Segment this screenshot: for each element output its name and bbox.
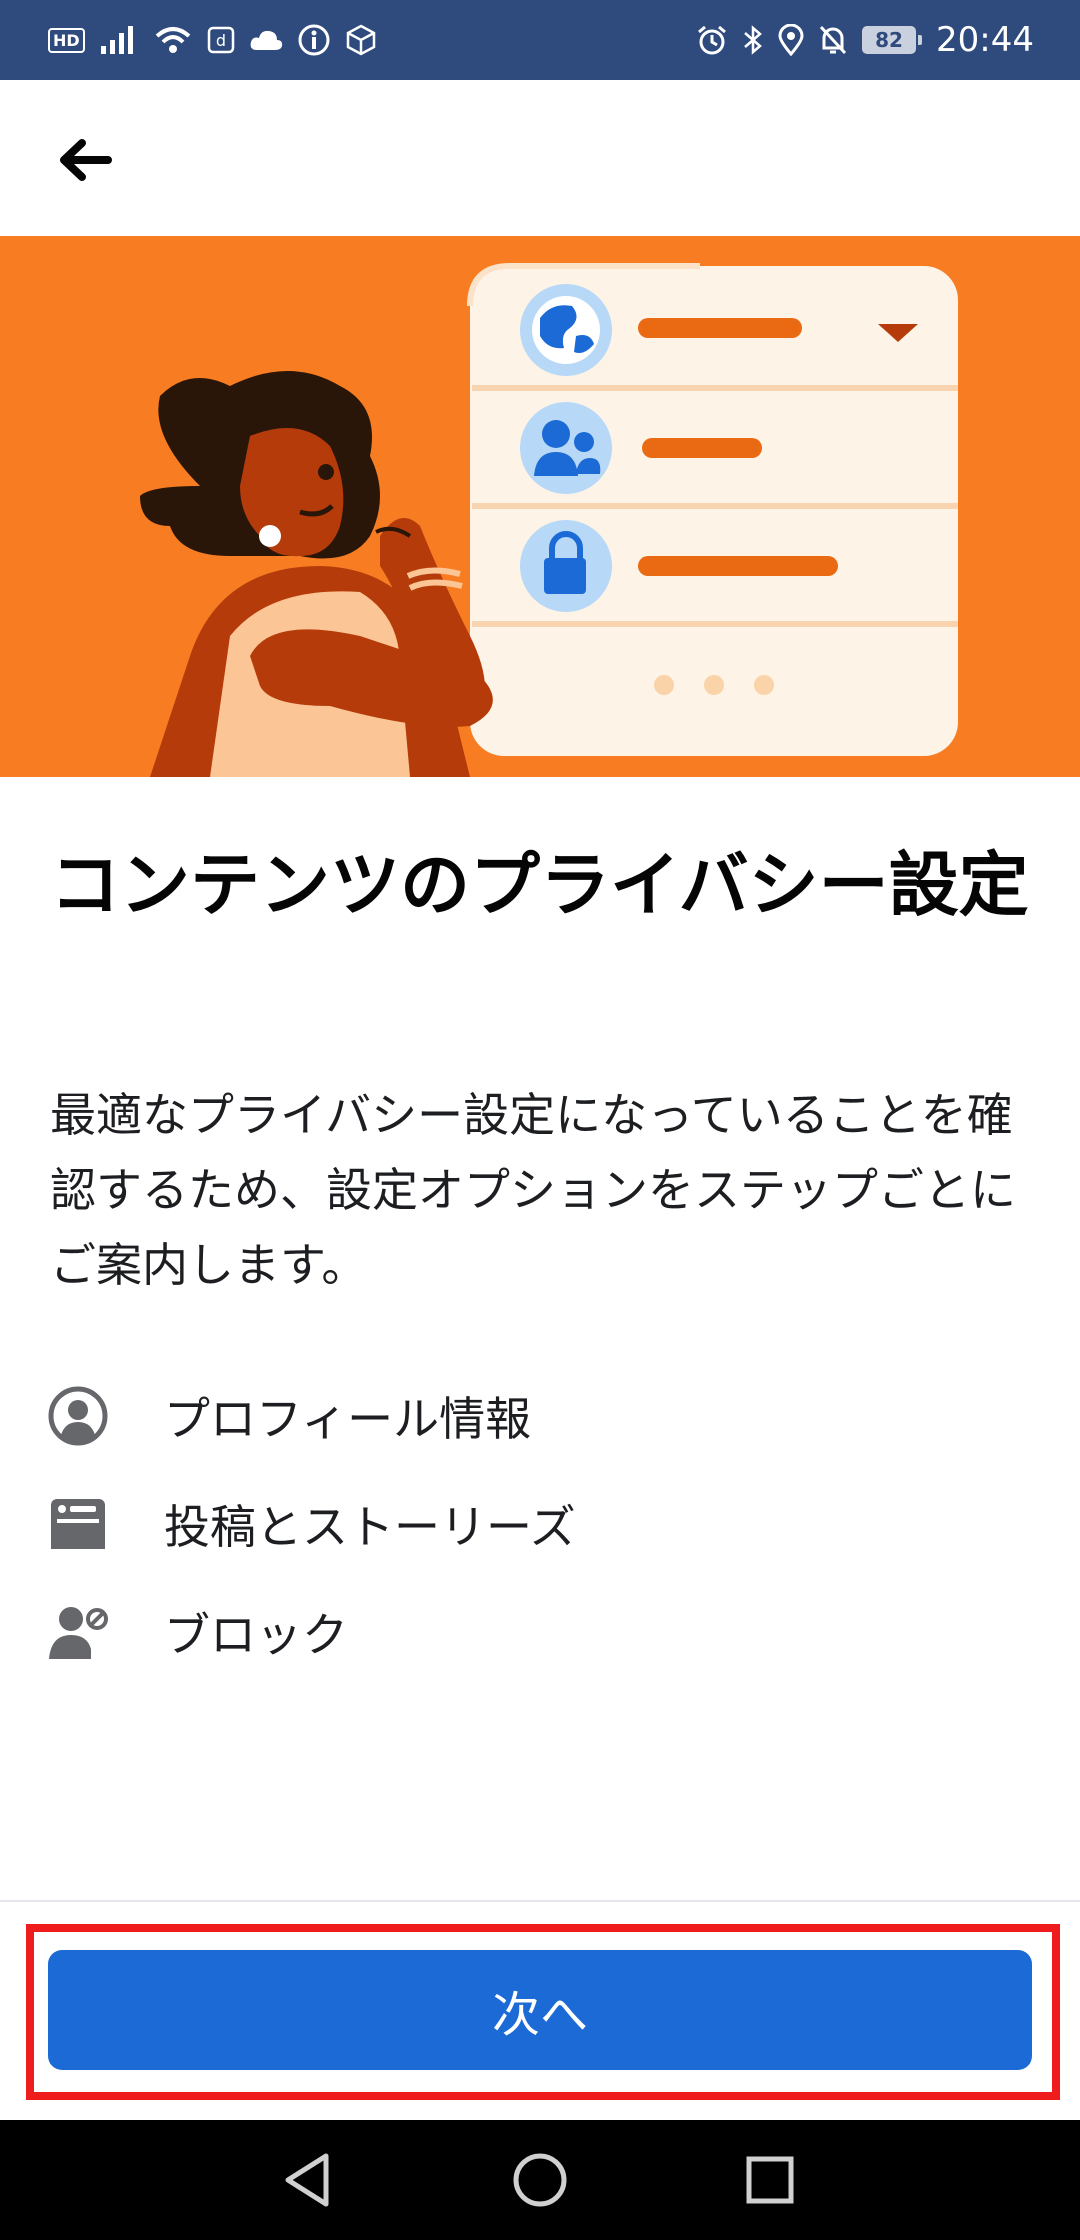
mute-bell-icon [818,24,848,56]
location-icon [778,24,804,56]
feature-list: プロフィール情報 投稿とストーリーズ ブロック [46,1362,1036,1686]
box-icon [345,23,377,57]
feature-label-posts: 投稿とストーリーズ [164,1500,576,1554]
page-description: 最適なプライバシー設定になっていることを確認するため、設定オプションをステップご… [50,1088,1016,1292]
back-button[interactable] [48,130,120,190]
status-right-icons: 82 20:44 [696,20,1034,60]
status-bar: HD d 82 20:44 [0,0,1080,80]
wifi-icon [153,24,193,56]
recents-square-icon [746,2156,794,2204]
back-triangle-icon [285,2153,329,2207]
privacy-card [467,263,958,756]
nav-recents-button[interactable] [740,2150,800,2210]
top-app-bar [0,80,1080,236]
page-title: コンテンツのプライバシー設定 [50,844,1029,926]
hero-illustration [0,236,1080,777]
profile-icon [46,1384,110,1448]
footer-divider [0,1900,1080,1902]
status-time: 20:44 [936,20,1034,60]
home-circle-icon [513,2153,567,2207]
nav-home-button[interactable] [510,2150,570,2210]
alarm-icon [696,24,728,56]
nav-back-button[interactable] [278,2150,338,2210]
docomo-icon: d [207,26,235,54]
signal-icon [99,24,139,56]
feature-item-posts: 投稿とストーリーズ [46,1470,1036,1578]
svg-text:d: d [216,31,226,50]
battery-icon: 82 [862,26,923,54]
people-icon [520,402,612,494]
feature-item-block: ブロック [46,1578,1036,1686]
bluetooth-icon [742,24,764,56]
next-button[interactable]: 次へ [48,1950,1032,2070]
feature-label-block: ブロック [164,1608,348,1662]
info-icon [297,23,331,57]
feature-item-profile: プロフィール情報 [46,1362,1036,1470]
system-nav-bar [0,2120,1080,2240]
status-left-icons: HD d [48,23,377,57]
cloud-icon [249,28,283,52]
arrow-left-icon [60,139,112,181]
globe-icon [520,284,612,376]
feature-label-profile: プロフィール情報 [164,1392,532,1446]
lock-icon [520,520,612,612]
hd-icon: HD [48,27,85,53]
posts-icon [46,1492,110,1556]
block-user-icon [46,1600,110,1664]
